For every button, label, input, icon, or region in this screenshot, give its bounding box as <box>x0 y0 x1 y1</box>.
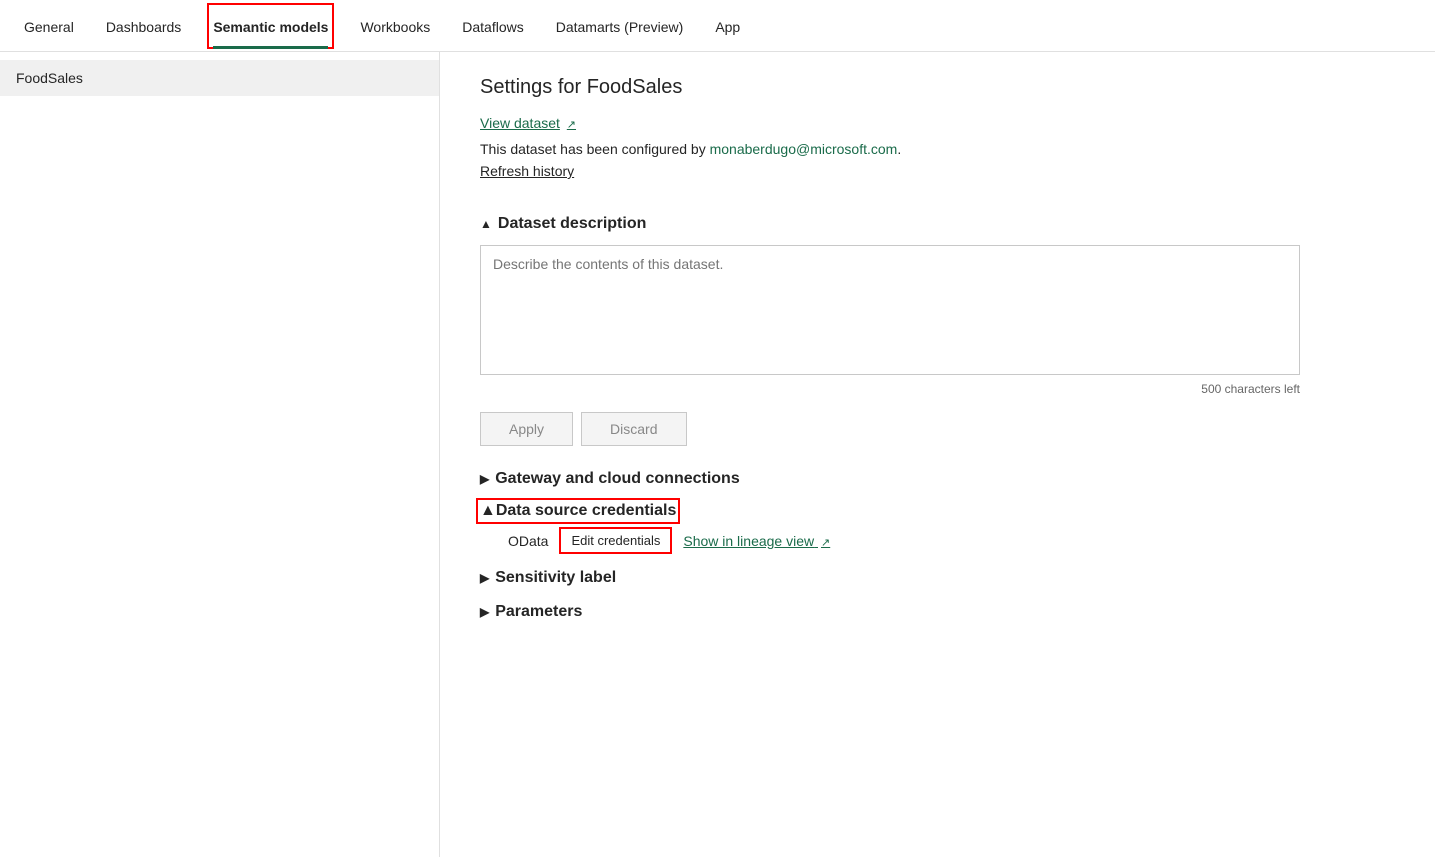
nav-item-general[interactable]: General <box>24 3 74 49</box>
sensitivity-chevron-icon: ▶ <box>480 571 489 585</box>
gateway-label: Gateway and cloud connections <box>495 470 740 488</box>
top-navigation: General Dashboards Semantic models Workb… <box>0 0 1435 52</box>
main-layout: FoodSales Settings for FoodSales View da… <box>0 52 1435 857</box>
credentials-row: OData Edit credentials Show in lineage v… <box>508 528 1395 553</box>
credentials-chevron-icon: ▲ <box>480 502 496 520</box>
gateway-section-header[interactable]: ▶ Gateway and cloud connections <box>480 470 1395 488</box>
view-dataset-link[interactable]: View dataset ↗ <box>480 115 1395 131</box>
parameters-section-header[interactable]: ▶ Parameters <box>480 603 1395 621</box>
config-email: monaberdugo@microsoft.com <box>710 141 898 157</box>
sidebar: FoodSales <box>0 52 440 857</box>
nav-item-datamarts[interactable]: Datamarts (Preview) <box>556 3 684 49</box>
credentials-section: ▲ Data source credentials OData Edit cre… <box>480 502 1395 553</box>
page-title: Settings for FoodSales <box>480 76 1395 99</box>
external-link-icon: ↗ <box>567 119 576 131</box>
credentials-section-header[interactable]: ▲ Data source credentials <box>480 502 676 520</box>
edit-credentials-button[interactable]: Edit credentials <box>560 528 671 553</box>
sidebar-item-foodsales[interactable]: FoodSales <box>0 60 439 96</box>
chars-left: 500 characters left <box>480 382 1300 396</box>
lineage-external-icon: ↗ <box>821 537 830 549</box>
credentials-label: Data source credentials <box>496 502 677 520</box>
config-text: This dataset has been configured by mona… <box>480 141 1395 157</box>
odata-label: OData <box>508 533 548 549</box>
parameters-label: Parameters <box>495 603 582 621</box>
parameters-chevron-icon: ▶ <box>480 605 489 619</box>
gateway-chevron-icon: ▶ <box>480 472 489 486</box>
sensitivity-section-header[interactable]: ▶ Sensitivity label <box>480 569 1395 587</box>
nav-item-dashboards[interactable]: Dashboards <box>106 3 182 49</box>
description-textarea[interactable] <box>480 245 1300 375</box>
nav-item-workbooks[interactable]: Workbooks <box>360 3 430 49</box>
apply-button[interactable]: Apply <box>480 412 573 446</box>
nav-item-app[interactable]: App <box>715 3 740 49</box>
sensitivity-label: Sensitivity label <box>495 569 616 587</box>
refresh-history-link[interactable]: Refresh history <box>480 163 574 179</box>
main-content: Settings for FoodSales View dataset ↗ Th… <box>440 52 1435 857</box>
discard-button[interactable]: Discard <box>581 412 686 446</box>
collapse-chevron: ▲ <box>480 217 492 231</box>
description-button-row: Apply Discard <box>480 412 1395 446</box>
dataset-description-label: Dataset description <box>498 215 646 233</box>
nav-item-dataflows[interactable]: Dataflows <box>462 3 523 49</box>
show-lineage-link[interactable]: Show in lineage view ↗ <box>683 533 830 549</box>
dataset-description-section-header[interactable]: ▲ Dataset description <box>480 215 1395 233</box>
nav-item-semantic-models[interactable]: Semantic models <box>213 3 328 49</box>
